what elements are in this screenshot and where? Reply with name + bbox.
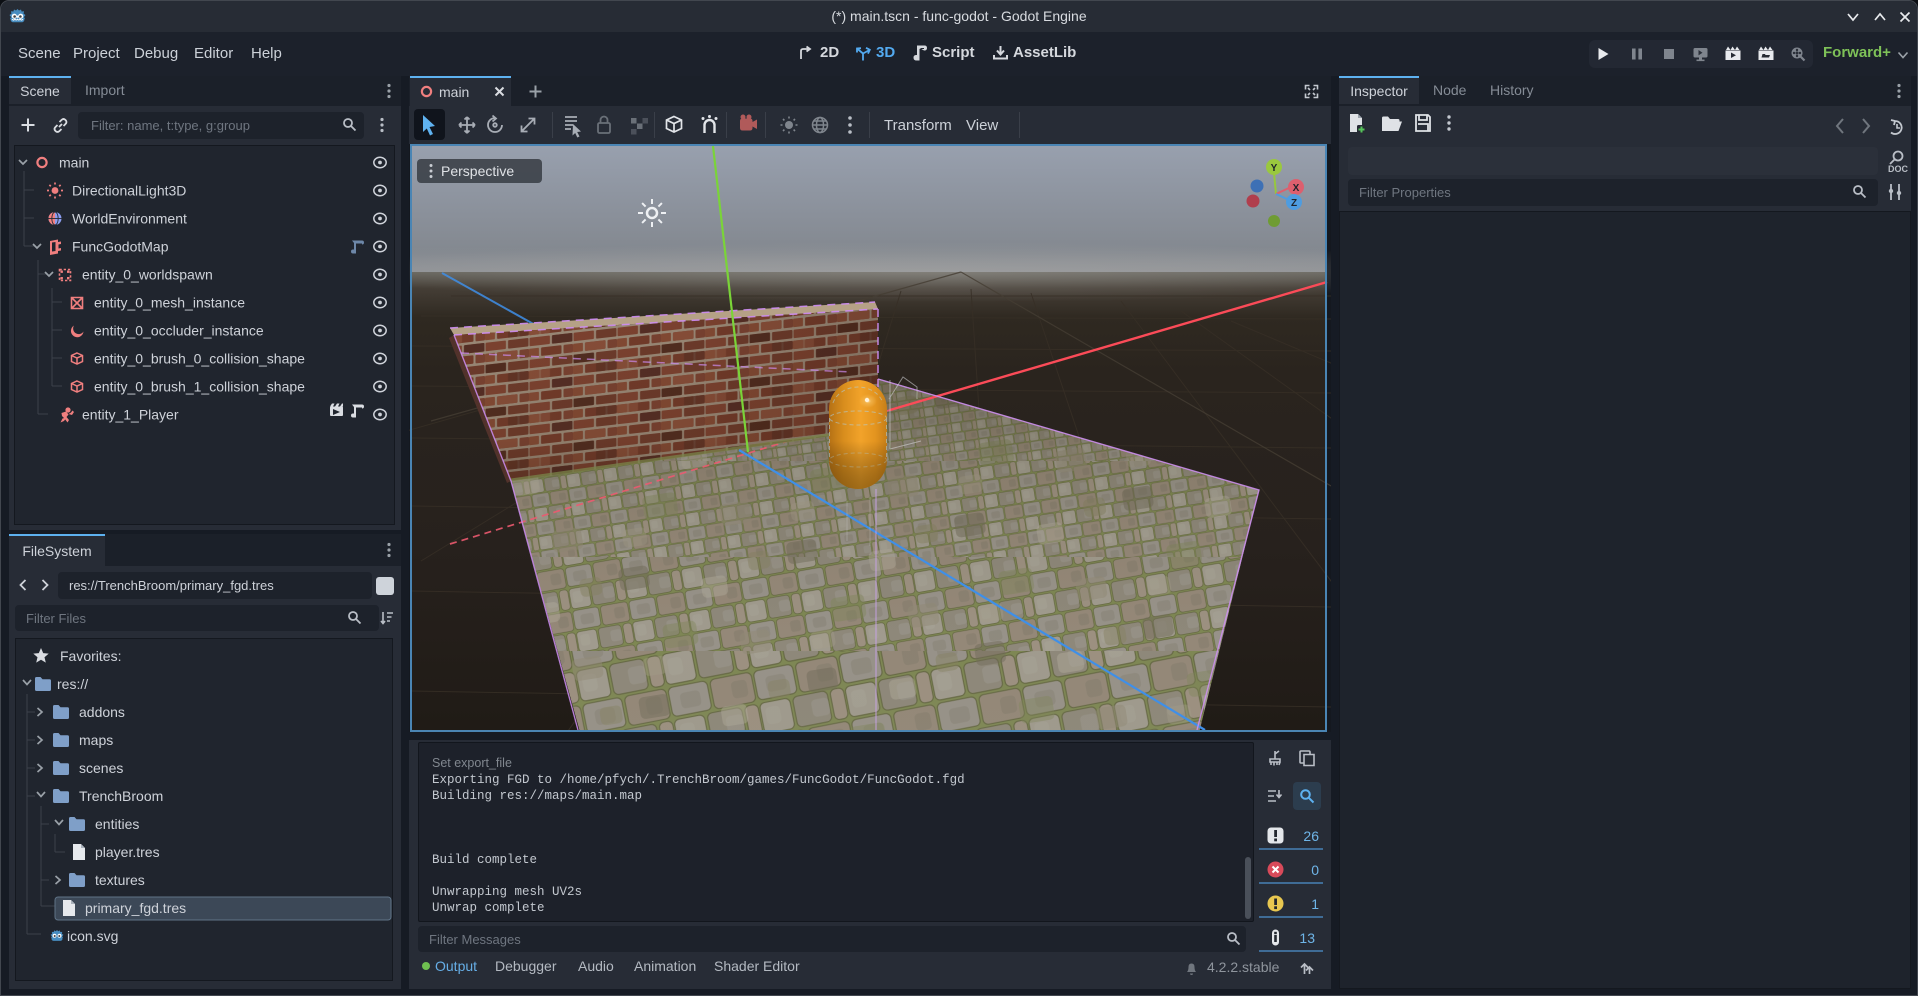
svg-text:DirectionalLight3D: DirectionalLight3D xyxy=(72,183,186,199)
svg-text:main: main xyxy=(59,155,89,171)
svg-text:textures: textures xyxy=(95,872,145,888)
svg-text:entity_0_brush_0_collision_sha: entity_0_brush_0_collision_shape xyxy=(94,351,305,367)
svg-text:Transform: Transform xyxy=(884,117,952,134)
svg-text:entity_0_occluder_instance: entity_0_occluder_instance xyxy=(94,323,264,339)
svg-text:Favorites:: Favorites: xyxy=(60,648,121,664)
svg-text:View: View xyxy=(966,117,998,134)
svg-text:entity_0_mesh_instance: entity_0_mesh_instance xyxy=(94,295,245,311)
svg-text:maps: maps xyxy=(79,732,113,748)
svg-text:player.tres: player.tres xyxy=(95,844,160,860)
svg-text:Y: Y xyxy=(1271,163,1278,174)
svg-text:Perspective: Perspective xyxy=(441,163,514,179)
svg-text:entity_0_worldspawn: entity_0_worldspawn xyxy=(82,267,213,283)
svg-text:addons: addons xyxy=(79,704,125,720)
svg-text:primary_fgd.tres: primary_fgd.tres xyxy=(85,900,186,916)
svg-text:X: X xyxy=(1293,183,1300,194)
svg-text:entity_1_Player: entity_1_Player xyxy=(82,407,179,423)
svg-text:entity_0_brush_1_collision_sha: entity_0_brush_1_collision_shape xyxy=(94,379,305,395)
svg-text:icon.svg: icon.svg xyxy=(67,928,118,944)
svg-text:DOC: DOC xyxy=(1888,164,1909,174)
svg-text:TrenchBroom: TrenchBroom xyxy=(79,788,163,804)
svg-text:Z: Z xyxy=(1291,198,1297,209)
svg-text:WorldEnvironment: WorldEnvironment xyxy=(72,211,187,227)
svg-text:FuncGodotMap: FuncGodotMap xyxy=(72,239,169,255)
svg-text:scenes: scenes xyxy=(79,760,123,776)
svg-text:entities: entities xyxy=(95,816,139,832)
svg-text:res://: res:// xyxy=(57,676,88,692)
